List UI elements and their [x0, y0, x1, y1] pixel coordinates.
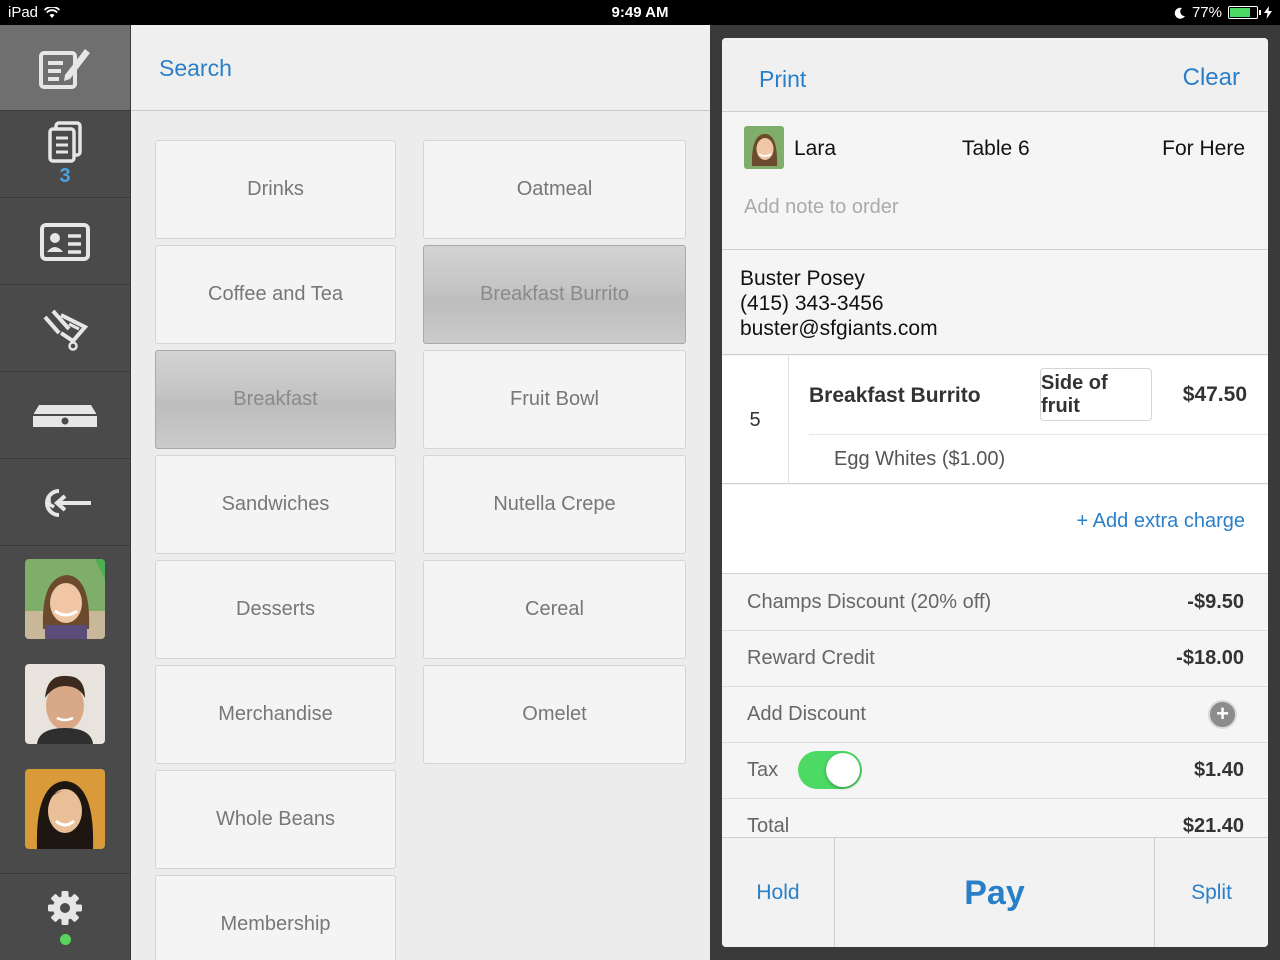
item-tile-omelet[interactable]: Omelet	[423, 665, 686, 764]
tax-toggle[interactable]	[798, 751, 862, 789]
charging-icon	[1264, 6, 1272, 19]
settings-button[interactable]	[0, 873, 130, 960]
server-avatar	[744, 126, 784, 169]
employee-avatar-1[interactable]	[25, 559, 105, 639]
tax-label: Tax	[747, 759, 779, 781]
order-actions: Hold Pay Split	[722, 837, 1268, 947]
line-item-option-button[interactable]: Side of fruit	[1040, 368, 1152, 421]
line-item-divider	[809, 434, 1268, 435]
clock: 9:49 AM	[611, 4, 669, 21]
tax-toggle-knob	[826, 753, 860, 787]
category-tile-coffee-and-tea[interactable]: Coffee and Tea	[155, 245, 396, 344]
item-tile-oatmeal[interactable]: Oatmeal	[423, 140, 686, 239]
discount-value: -$9.50	[1187, 591, 1244, 613]
employee-avatar-2[interactable]	[25, 664, 105, 744]
discount-row[interactable]: Champs Discount (20% off) -$9.50	[722, 575, 1268, 631]
item-tile-nutella-crepe[interactable]: Nutella Crepe	[423, 455, 686, 554]
service-type[interactable]: For Here	[1162, 137, 1245, 161]
clear-button[interactable]: Clear	[1183, 64, 1240, 92]
item-tile-breakfast-burrito[interactable]: Breakfast Burrito	[423, 245, 686, 344]
item-tile-fruit-bowl[interactable]: Fruit Bowl	[423, 350, 686, 449]
orders-count-badge: 3	[59, 165, 71, 187]
table-label[interactable]: Table 6	[962, 137, 1030, 161]
customer-info[interactable]: Buster Posey (415) 343-3456 buster@sfgia…	[722, 251, 1268, 355]
category-tile-membership[interactable]: Membership	[155, 875, 396, 960]
category-tile-drinks[interactable]: Drinks	[155, 140, 396, 239]
rail-item-register[interactable]	[0, 25, 130, 111]
discount-label: Champs Discount (20% off)	[747, 591, 992, 613]
edit-order-icon	[39, 48, 90, 89]
orders-icon	[48, 121, 82, 163]
line-item-modifier: Egg Whites ($1.00)	[834, 448, 1006, 470]
server-name[interactable]: Lara	[794, 137, 836, 161]
category-tile-sandwiches[interactable]: Sandwiches	[155, 455, 396, 554]
order-meta: Lara Table 6 For Here Add note to order	[722, 113, 1268, 250]
clock-out-icon	[45, 488, 91, 517]
print-button[interactable]: Print	[759, 66, 806, 93]
items-icon	[43, 309, 89, 351]
add-discount-plus-icon[interactable]: +	[1208, 700, 1237, 729]
category-tile-breakfast[interactable]: Breakfast	[155, 350, 396, 449]
catalog-panel: Search Drinks Coffee and Tea Breakfast S…	[131, 25, 710, 960]
add-discount-row[interactable]: Add Discount +	[722, 687, 1268, 743]
gear-icon	[48, 890, 82, 925]
online-status-dot	[59, 933, 71, 945]
add-discount-label: Add Discount	[747, 703, 866, 725]
pay-button[interactable]: Pay	[835, 838, 1155, 947]
total-label: Total	[747, 815, 790, 837]
rail-item-items[interactable]	[0, 286, 130, 372]
total-value: $21.40	[1182, 815, 1244, 837]
line-item-name: Breakfast Burrito	[809, 384, 981, 407]
category-tile-desserts[interactable]: Desserts	[155, 560, 396, 659]
employee-avatar-3[interactable]	[25, 769, 105, 849]
search-label[interactable]: Search	[159, 55, 232, 82]
split-button[interactable]: Split	[1155, 838, 1268, 947]
hold-button[interactable]: Hold	[722, 838, 835, 947]
extra-charge-row: + Add extra charge	[722, 485, 1268, 574]
reward-credit-value: -$18.00	[1176, 647, 1244, 669]
customer-phone: (415) 343-3456	[740, 292, 884, 315]
rail-item-customers[interactable]	[0, 199, 130, 285]
customer-email: buster@sfgiants.com	[740, 317, 938, 340]
add-extra-charge-button[interactable]: + Add extra charge	[1077, 510, 1245, 533]
rail-item-clock-out[interactable]	[0, 460, 130, 546]
tax-row: Tax $1.40	[722, 743, 1268, 799]
reward-credit-label: Reward Credit	[747, 647, 875, 669]
order-line-item[interactable]: 5 Breakfast Burrito Side of fruit $47.50…	[722, 356, 1268, 484]
status-bar: iPad 9:49 AM 77%	[0, 0, 1280, 25]
item-tile-cereal[interactable]: Cereal	[423, 560, 686, 659]
tax-value: $1.40	[1193, 759, 1244, 781]
order-panel: Print Clear Lara Table 6 For Here Add no…	[722, 38, 1268, 947]
rail-item-orders[interactable]: 3	[0, 112, 130, 198]
order-note-field[interactable]: Add note to order	[744, 196, 899, 219]
cash-drawer-icon	[33, 404, 97, 427]
rail-item-cash-drawer[interactable]	[0, 373, 130, 459]
category-tile-merchandise[interactable]: Merchandise	[155, 665, 396, 764]
side-rail: 3	[0, 25, 130, 960]
order-toolbar: Print Clear	[722, 38, 1268, 112]
line-item-quantity[interactable]: 5	[722, 356, 789, 484]
category-tile-whole-beans[interactable]: Whole Beans	[155, 770, 396, 869]
customer-name: Buster Posey	[740, 267, 865, 290]
search-bar[interactable]: Search	[131, 25, 710, 111]
reward-credit-row[interactable]: Reward Credit -$18.00	[722, 631, 1268, 687]
line-item-price: $47.50	[1182, 383, 1247, 406]
battery-icon	[1228, 6, 1261, 19]
customer-card-icon	[40, 222, 90, 261]
moon-icon	[1174, 7, 1185, 19]
battery-percent: 77%	[1191, 4, 1222, 21]
